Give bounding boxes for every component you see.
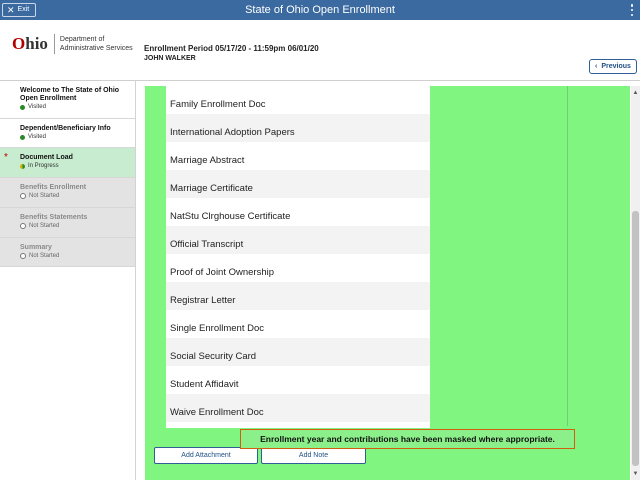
exit-label: Exit <box>17 6 30 13</box>
document-row[interactable]: Proof of Joint Ownership <box>166 254 430 282</box>
document-row[interactable]: Official Transcript <box>166 226 430 254</box>
step-name: Welcome to The State of Ohio Open Enroll… <box>20 87 120 102</box>
step-summary: Summary Not Started <box>0 238 135 267</box>
app-title: State of Ohio Open Enrollment <box>245 4 395 16</box>
app-topbar: ✕ Exit State of Ohio Open Enrollment <box>0 0 640 20</box>
step-status: Not Started <box>20 253 131 259</box>
step-name: Dependent/Beneficiary Info <box>20 125 111 132</box>
in-progress-dot-icon <box>20 163 25 169</box>
step-name: Document Load <box>20 154 73 161</box>
step-status-text: Visited <box>28 134 46 140</box>
step-navigation: Welcome to The State of Ohio Open Enroll… <box>0 81 136 480</box>
step-document-load[interactable]: * Document Load In Progress <box>0 148 135 178</box>
document-row[interactable]: Marriage Certificate <box>166 170 430 198</box>
document-row[interactable]: Marriage Abstract <box>166 142 430 170</box>
visited-dot-icon <box>20 134 25 140</box>
vertical-scrollbar[interactable]: ▲ ▼ <box>631 86 640 480</box>
not-started-dot-icon <box>20 253 26 259</box>
logo-department: Department of Administrative Services <box>55 35 133 53</box>
step-benefits-statements: Benefits Statements Not Started <box>0 208 135 238</box>
kebab-menu-icon[interactable] <box>630 4 634 16</box>
step-status: Visited <box>20 134 131 140</box>
document-type-list: Family Enrollment Doc International Adopt… <box>166 86 430 428</box>
document-row[interactable]: Single Enrollment Doc <box>166 310 430 338</box>
add-note-button[interactable]: Add Note <box>261 447 366 464</box>
panel-divider <box>567 86 568 426</box>
step-status: In Progress <box>20 163 131 169</box>
page-header: Ohio Department of Administrative Servic… <box>0 20 640 81</box>
document-row[interactable]: Family Enrollment Doc <box>166 86 430 114</box>
not-started-dot-icon <box>20 193 26 199</box>
step-status-text: In Progress <box>28 163 59 169</box>
scroll-down-icon[interactable]: ▼ <box>631 469 640 478</box>
logo-word: Ohio <box>12 34 55 54</box>
step-name: Benefits Enrollment <box>20 184 87 191</box>
visited-dot-icon <box>20 104 25 110</box>
scroll-up-icon[interactable]: ▲ <box>631 88 640 97</box>
logo-dept-line1: Department of <box>59 36 105 43</box>
step-status-text: Not Started <box>29 253 60 259</box>
document-row[interactable]: NatStu Clrghouse Certificate <box>166 198 430 226</box>
ohio-logo: Ohio Department of Administrative Servic… <box>12 34 133 54</box>
step-benefits-enrollment: Benefits Enrollment Not Started <box>0 178 135 208</box>
step-name: Benefits Statements <box>20 214 88 221</box>
current-step-star-icon: * <box>4 152 8 163</box>
step-welcome[interactable]: Welcome to The State of Ohio Open Enroll… <box>0 81 135 119</box>
masking-notice: Enrollment year and contributions have b… <box>240 429 575 449</box>
previous-label: Previous <box>601 63 631 70</box>
step-status-text: Not Started <box>29 193 60 199</box>
logo-dept-line2: Administrative Services <box>59 45 133 52</box>
step-status-text: Visited <box>28 104 46 110</box>
document-row[interactable]: International Adoption Papers <box>166 114 430 142</box>
step-status: Not Started <box>20 193 131 199</box>
exit-button[interactable]: ✕ Exit <box>2 3 37 17</box>
add-attachment-button[interactable]: Add Attachment <box>154 447 258 464</box>
step-status: Not Started <box>20 223 131 229</box>
step-dependent-info[interactable]: Dependent/Beneficiary Info Visited <box>0 119 135 148</box>
document-load-panel: Family Enrollment Doc International Adopt… <box>145 86 630 480</box>
step-status-text: Not Started <box>29 223 60 229</box>
previous-button[interactable]: ‹ Previous <box>589 59 637 74</box>
document-row[interactable]: Registrar Letter <box>166 282 430 310</box>
document-row[interactable]: Social Security Card <box>166 338 430 366</box>
employee-name: JOHN WALKER <box>144 55 196 62</box>
document-row[interactable]: Waive Enrollment Doc <box>166 394 430 422</box>
step-status: Visited <box>20 104 131 110</box>
scrollbar-thumb[interactable] <box>632 211 639 466</box>
document-row[interactable]: Student Affidavit <box>166 366 430 394</box>
enrollment-period: Enrollment Period 05/17/20 - 11:59pm 06/… <box>144 44 319 53</box>
chevron-left-icon: ‹ <box>595 63 598 70</box>
not-started-dot-icon <box>20 223 26 229</box>
step-name: Summary <box>20 244 52 251</box>
close-icon: ✕ <box>7 5 15 15</box>
